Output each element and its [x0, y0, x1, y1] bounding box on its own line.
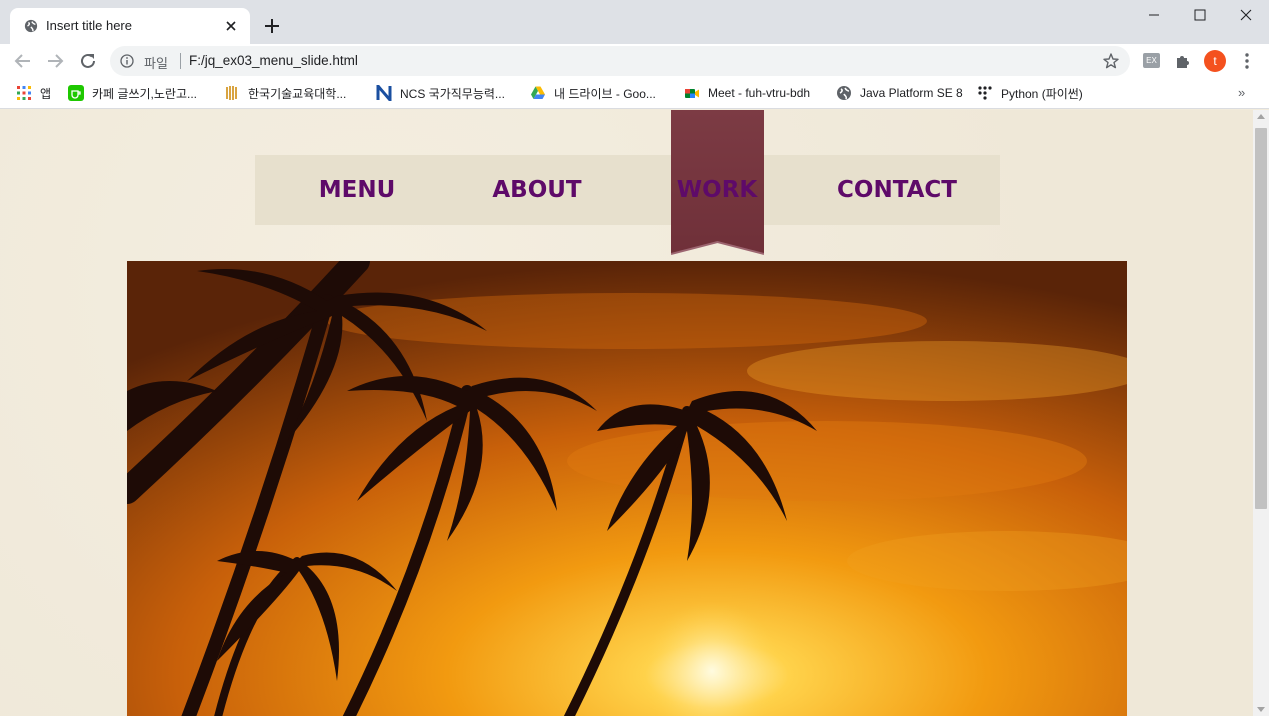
menu-item-contact[interactable]: CONTACT [807, 155, 987, 225]
sunset-palm-image [127, 261, 1127, 716]
bookmark-apps[interactable]: 앱 [16, 84, 51, 102]
maximize-icon[interactable] [1177, 0, 1223, 30]
profile-avatar[interactable]: t [1204, 50, 1226, 72]
bookmark-google-drive[interactable]: 내 드라이브 - Goo... [530, 84, 656, 102]
bookmark-ncs[interactable]: NCS 국가직무능력... [376, 84, 505, 102]
back-arrow-icon[interactable] [12, 50, 34, 72]
bookmark-meet[interactable]: Meet - fuh-vtru-bdh [684, 84, 810, 102]
bookmark-java[interactable]: Java Platform SE 8 [836, 84, 963, 102]
vertical-scrollbar[interactable] [1253, 110, 1269, 716]
reload-icon[interactable] [77, 50, 99, 72]
page-viewport: MENU ABOUT WORK CONTACT [0, 110, 1253, 716]
bookmark-label: NCS 국가직무능력... [400, 86, 505, 101]
bookmark-label: 내 드라이브 - Goo... [554, 86, 656, 101]
ncs-icon [376, 85, 392, 101]
more-menu-icon[interactable] [1238, 51, 1256, 71]
browser-titlebar: Insert title here [0, 0, 1269, 44]
scrollbar-thumb[interactable] [1255, 128, 1267, 509]
bookmark-label: Python (파이썬) [1001, 86, 1083, 101]
bookmark-koreatech[interactable]: 한국기술교육대학... [224, 84, 346, 102]
bookmark-python[interactable]: Python (파이썬) [977, 84, 1083, 102]
bookmarks-bar: 앱 카페 글쓰기,노란고... 한국기술교육대학... NCS 국가직무능력..… [0, 78, 1269, 109]
info-icon[interactable] [120, 54, 134, 68]
bookmarks-overflow-icon[interactable]: » [1238, 85, 1245, 100]
scroll-down-arrow-icon[interactable] [1257, 707, 1265, 712]
apps-grid-icon [17, 86, 31, 100]
minimize-icon[interactable] [1131, 0, 1177, 30]
bookmark-label: 한국기술교육대학... [248, 86, 347, 101]
cafe-icon [68, 85, 84, 101]
address-separator [180, 53, 181, 69]
extension-ex-icon[interactable]: EX [1143, 53, 1160, 68]
scroll-up-arrow-icon[interactable] [1257, 114, 1265, 119]
window-close-icon[interactable] [1223, 0, 1269, 30]
extensions-puzzle-icon[interactable] [1174, 52, 1192, 70]
new-tab-icon[interactable] [262, 16, 282, 36]
forward-arrow-icon[interactable] [44, 50, 66, 72]
google-meet-icon [685, 89, 699, 98]
globe-icon [837, 86, 851, 100]
university-icon [226, 86, 237, 100]
menu-item-menu[interactable]: MENU [267, 155, 447, 225]
bookmark-label: 앱 [40, 86, 52, 101]
bookmark-star-icon[interactable] [1102, 52, 1120, 70]
bookmark-label: 카페 글쓰기,노란고... [92, 86, 197, 101]
close-tab-icon[interactable] [222, 17, 240, 35]
address-url[interactable]: F:/jq_ex03_menu_slide.html [189, 53, 358, 68]
address-bar[interactable]: 파일 F:/jq_ex03_menu_slide.html [110, 46, 1130, 76]
bookmark-label: Java Platform SE 8 [860, 86, 963, 100]
browser-toolbar: 파일 F:/jq_ex03_menu_slide.html [0, 44, 1269, 78]
address-scheme: 파일 [144, 56, 168, 71]
bookmark-label: Meet - fuh-vtru-bdh [708, 86, 811, 100]
globe-icon [24, 19, 38, 33]
bookmark-cafe[interactable]: 카페 글쓰기,노란고... [68, 84, 197, 102]
tab-title: Insert title here [46, 18, 132, 33]
browser-tab[interactable]: Insert title here [10, 8, 250, 44]
menu-item-work[interactable]: WORK [627, 155, 807, 225]
menu-item-about[interactable]: ABOUT [447, 155, 627, 225]
python-dots-icon [978, 86, 992, 100]
google-drive-icon [531, 86, 545, 99]
